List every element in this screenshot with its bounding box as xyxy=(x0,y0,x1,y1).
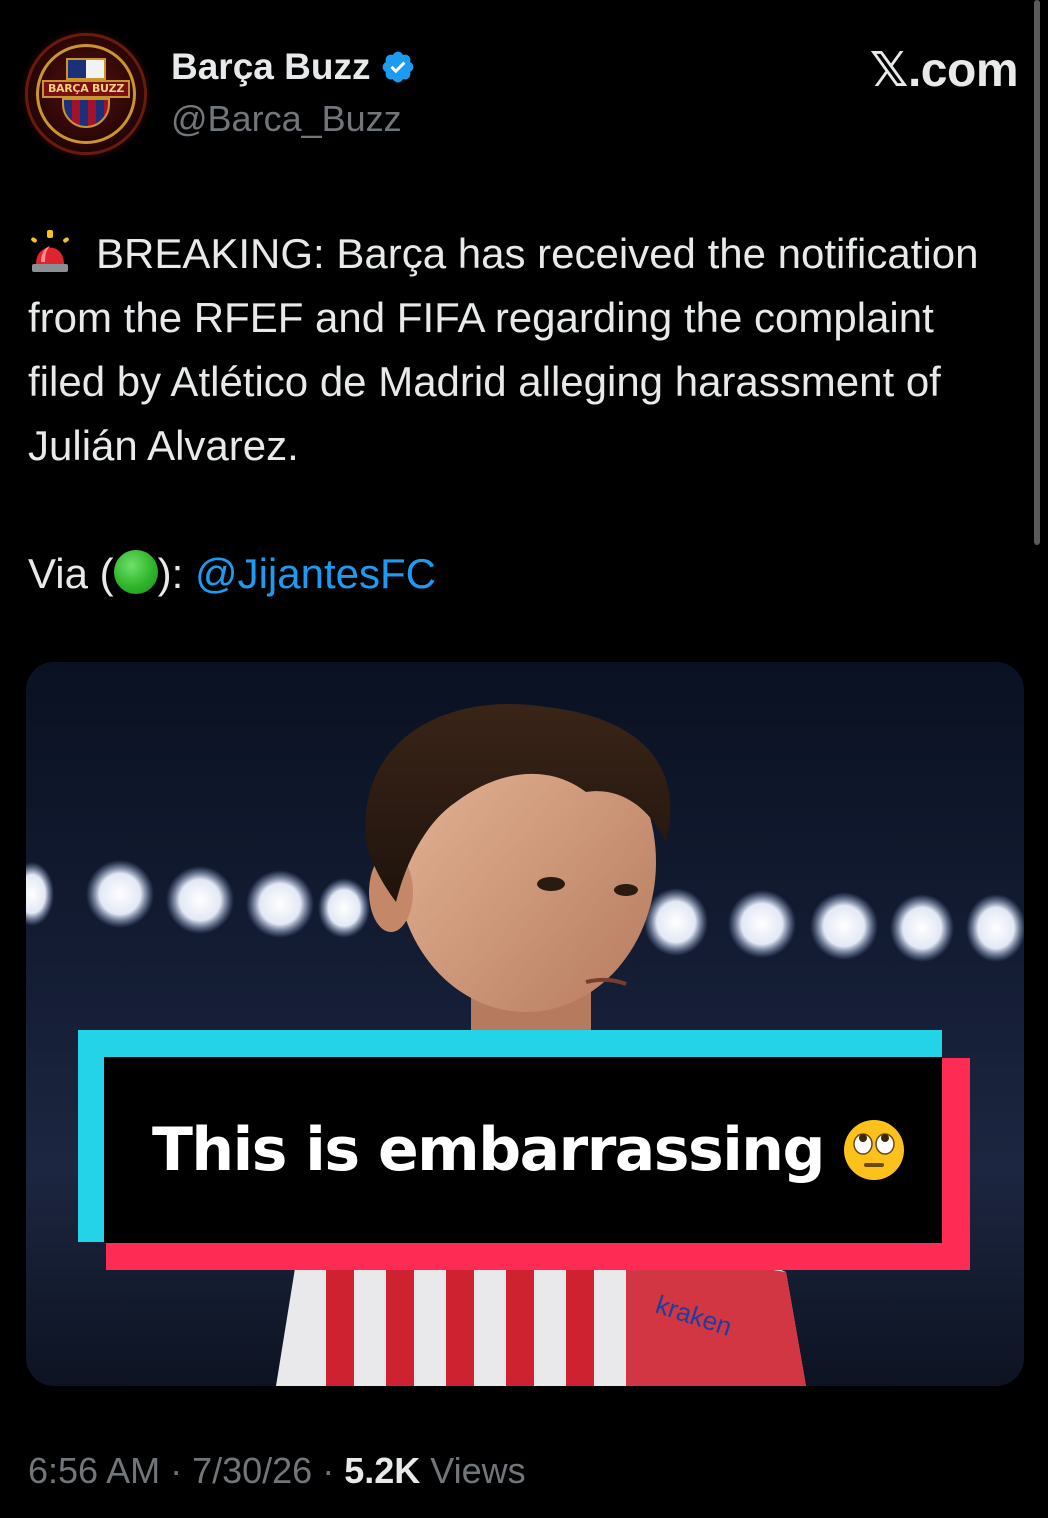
breaking-paragraph: BREAKING: Barça has received the notific… xyxy=(28,222,1008,478)
author-handle[interactable]: @Barca_Buzz xyxy=(171,98,402,140)
name-row: Barça Buzz xyxy=(171,46,416,88)
meta-separator: · xyxy=(312,1450,345,1491)
caption-text: This is embarrassing xyxy=(152,1115,825,1185)
via-suffix: ): xyxy=(157,550,195,597)
verified-badge-icon xyxy=(383,51,414,83)
avatar[interactable]: BARÇA BUZZ xyxy=(28,36,144,152)
tweet-date[interactable]: 7/30/26 xyxy=(192,1450,312,1491)
face-with-rolling-eyes-icon xyxy=(843,1120,904,1180)
scrollbar[interactable] xyxy=(1034,0,1040,545)
tweet-text: BREAKING: Barça has received the notific… xyxy=(28,222,1008,606)
green-circle-icon xyxy=(113,550,158,594)
meta-separator: · xyxy=(160,1450,193,1491)
tweet-time[interactable]: 6:56 AM xyxy=(28,1450,160,1491)
breaking-text: BREAKING: Barça has received the notific… xyxy=(28,230,979,469)
media-image[interactable]: kraken xyxy=(26,662,1024,1386)
views-label: Views xyxy=(420,1450,526,1491)
mention-link[interactable]: @JijantesFC xyxy=(195,550,436,597)
player-photo: kraken xyxy=(26,703,1024,1386)
tweet-meta: 6:56 AM · 7/30/26 · 5.2K Views xyxy=(28,1450,526,1492)
via-prefix: Via ( xyxy=(28,550,114,597)
caption-box: This is embarrassing xyxy=(104,1057,942,1243)
display-name[interactable]: Barça Buzz xyxy=(171,46,370,88)
avatar-logo-text: BARÇA BUZZ xyxy=(42,80,130,98)
x-com-logo: 𝕏.com xyxy=(869,44,1019,97)
views-count: 5.2K xyxy=(344,1450,421,1491)
rotating-light-icon xyxy=(31,230,69,272)
avatar-crest-top xyxy=(66,58,106,80)
tweet-header: BARÇA BUZZ Barça Buzz @Barca_Buzz 𝕏.com xyxy=(28,36,1019,156)
via-line: Via (): @JijantesFC xyxy=(28,542,1008,606)
